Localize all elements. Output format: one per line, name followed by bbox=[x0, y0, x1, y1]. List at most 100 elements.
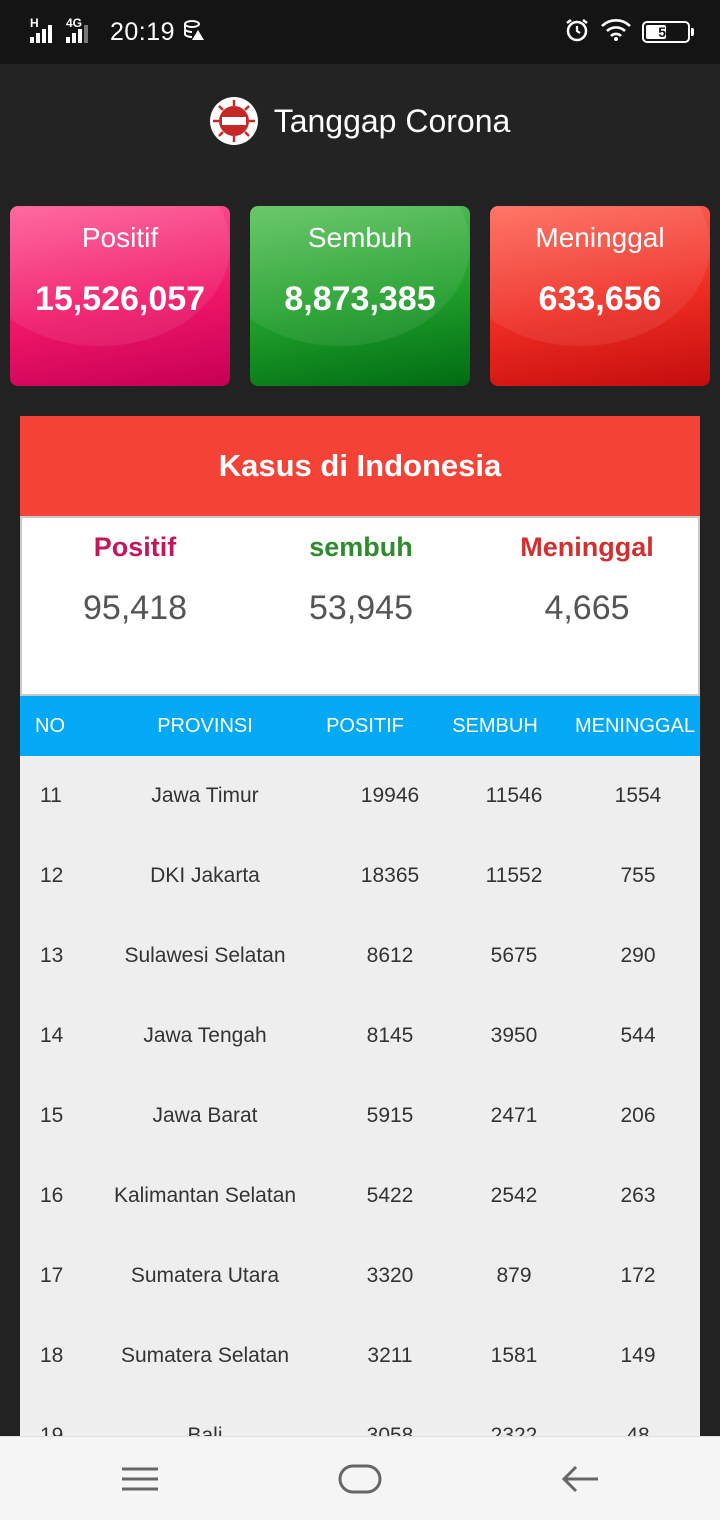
cell-no: 18 bbox=[40, 1344, 64, 1367]
cell-no: 13 bbox=[40, 944, 64, 967]
table-row: 15 Jawa Barat 5915 2471 206 bbox=[20, 1076, 700, 1156]
status-bar: H 4G 20:19 50 bbox=[0, 0, 720, 64]
cell-province: Jawa Barat bbox=[152, 1104, 258, 1127]
card-label: Meninggal bbox=[535, 222, 665, 253]
cell-recovered: 11546 bbox=[485, 784, 543, 807]
cell-province: Bali bbox=[187, 1424, 223, 1436]
card-value: 15,526,057 bbox=[34, 280, 206, 318]
cell-positive: 3211 bbox=[367, 1344, 413, 1367]
table-row: 13 Sulawesi Selatan 8612 5675 290 bbox=[20, 916, 700, 996]
alarm-icon bbox=[564, 17, 590, 48]
card-label: Positif bbox=[81, 222, 159, 253]
back-icon[interactable] bbox=[550, 1459, 610, 1499]
network-type-1: H bbox=[30, 16, 39, 30]
table-row: 16 Kalimantan Selatan 5422 2542 263 bbox=[20, 1156, 700, 1236]
cell-province: Sulawesi Selatan bbox=[124, 944, 286, 967]
cell-deaths: 149 bbox=[620, 1344, 656, 1367]
cell-no: 14 bbox=[40, 1024, 64, 1047]
cell-province: Jawa Timur bbox=[151, 784, 259, 807]
table-row: 11 Jawa Timur 19946 11546 1554 bbox=[20, 756, 700, 836]
cell-province: DKI Jakarta bbox=[150, 864, 260, 887]
cell-recovered: 879 bbox=[496, 1264, 532, 1287]
summary-recovered: sembuh 53,945 bbox=[248, 532, 474, 628]
summary-positive: Positif 95,418 bbox=[22, 532, 248, 628]
cell-deaths: 48 bbox=[626, 1424, 650, 1436]
network-type-2: 4G bbox=[66, 16, 83, 30]
indonesia-panel[interactable]: Kasus di Indonesia Positif 95,418 sembuh… bbox=[20, 416, 700, 1436]
cell-deaths: 755 bbox=[620, 864, 656, 887]
panel-title: Kasus di Indonesia bbox=[20, 416, 700, 516]
home-icon[interactable] bbox=[330, 1459, 390, 1499]
header-province: PROVINSI bbox=[157, 715, 253, 737]
cell-positive: 5422 bbox=[366, 1184, 414, 1207]
summary-label: Meninggal bbox=[520, 532, 654, 562]
cell-positive: 5915 bbox=[366, 1104, 414, 1127]
app-title: Tanggap Corona bbox=[273, 102, 511, 139]
cell-no: 11 bbox=[40, 784, 62, 807]
app-header: Tanggap Corona bbox=[0, 64, 720, 178]
cell-no: 15 bbox=[40, 1104, 64, 1127]
cell-no: 19 bbox=[40, 1424, 64, 1436]
menu-icon[interactable] bbox=[110, 1459, 170, 1499]
global-stats: Positif 15,526,057 Sembuh 8,873,385 Meni… bbox=[10, 206, 710, 386]
table-row: 12 DKI Jakarta 18365 11552 755 bbox=[20, 836, 700, 916]
table-row: 17 Sumatera Utara 3320 879 172 bbox=[20, 1236, 700, 1316]
cell-recovered: 1581 bbox=[490, 1344, 538, 1367]
system-nav-bar bbox=[0, 1436, 720, 1520]
header-no: NO bbox=[35, 715, 65, 737]
header-positive: POSITIF bbox=[326, 715, 404, 737]
table-row: 14 Jawa Tengah 8145 3950 544 bbox=[20, 996, 700, 1076]
header-deaths: MENINGGAL bbox=[574, 715, 696, 737]
wifi-icon bbox=[600, 18, 632, 47]
signal-icon: H bbox=[30, 17, 58, 43]
cell-deaths: 263 bbox=[620, 1184, 656, 1207]
global-deaths-card[interactable]: Meninggal 633,656 bbox=[490, 206, 710, 386]
table-row: 18 Sumatera Selatan 3211 1581 149 bbox=[20, 1316, 700, 1396]
summary-label: Positif bbox=[93, 532, 177, 562]
cell-province: Kalimantan Selatan bbox=[113, 1184, 297, 1207]
card-label: Sembuh bbox=[307, 222, 413, 253]
cell-no: 12 bbox=[40, 864, 64, 887]
data-saver-icon bbox=[183, 19, 205, 46]
cell-recovered: 5675 bbox=[490, 944, 538, 967]
cell-deaths: 172 bbox=[620, 1264, 656, 1287]
cell-province: Sumatera Utara bbox=[130, 1264, 280, 1287]
cell-positive: 8612 bbox=[366, 944, 414, 967]
cell-deaths: 1554 bbox=[614, 784, 662, 807]
card-value: 633,656 bbox=[538, 280, 662, 318]
cell-recovered: 3950 bbox=[490, 1024, 538, 1047]
clock: 20:19 bbox=[110, 17, 176, 46]
battery-level: 50 bbox=[658, 24, 674, 40]
cell-positive: 18365 bbox=[360, 864, 420, 887]
cell-no: 16 bbox=[40, 1184, 64, 1207]
battery-icon: 50 bbox=[642, 21, 694, 43]
cell-recovered: 2542 bbox=[490, 1184, 538, 1207]
cell-positive: 3320 bbox=[366, 1264, 414, 1287]
cell-no: 17 bbox=[40, 1264, 64, 1287]
summary-value: 53,945 bbox=[309, 589, 413, 627]
summary-value: 4,665 bbox=[544, 589, 630, 627]
global-recovered-card[interactable]: Sembuh 8,873,385 bbox=[250, 206, 470, 386]
cell-recovered: 11552 bbox=[485, 864, 543, 887]
table-header: NO PROVINSI POSITIF SEMBUH MENINGGAL bbox=[20, 696, 700, 756]
summary-value: 95,418 bbox=[83, 589, 187, 627]
global-positive-card[interactable]: Positif 15,526,057 bbox=[10, 206, 230, 386]
cell-positive: 19946 bbox=[360, 784, 420, 807]
cell-positive: 8145 bbox=[366, 1024, 414, 1047]
cell-deaths: 544 bbox=[620, 1024, 656, 1047]
cell-recovered: 2322 bbox=[490, 1424, 538, 1436]
province-table[interactable]: 11 Jawa Timur 19946 11546 1554 12 DKI Ja… bbox=[20, 756, 700, 1436]
summary-deaths: Meninggal 4,665 bbox=[474, 532, 700, 628]
cell-province: Sumatera Selatan bbox=[120, 1344, 290, 1367]
cell-recovered: 2471 bbox=[490, 1104, 538, 1127]
card-value: 8,873,385 bbox=[284, 280, 436, 318]
cell-deaths: 290 bbox=[620, 944, 656, 967]
summary-label: sembuh bbox=[309, 532, 413, 562]
header-recovered: SEMBUH bbox=[452, 715, 538, 737]
cell-province: Jawa Tengah bbox=[143, 1024, 267, 1047]
cell-deaths: 206 bbox=[620, 1104, 656, 1127]
cell-positive: 3058 bbox=[366, 1424, 414, 1436]
signal-icon: 4G bbox=[66, 17, 96, 43]
indonesia-summary: Positif 95,418 sembuh 53,945 Meninggal 4… bbox=[20, 516, 700, 696]
table-row: 19 Bali 3058 2322 48 bbox=[20, 1396, 700, 1436]
